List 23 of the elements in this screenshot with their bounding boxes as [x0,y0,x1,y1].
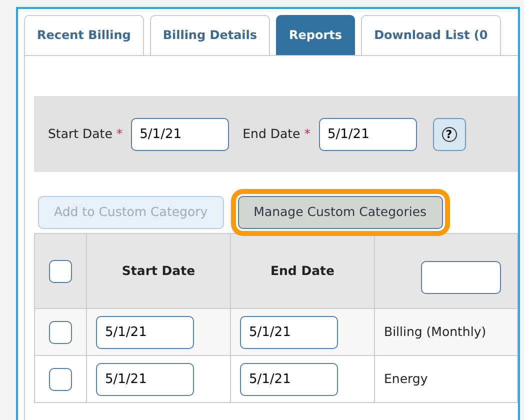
date-field[interactable]: 5/1/21 [96,316,194,348]
row-checkbox[interactable] [49,320,72,344]
date-field[interactable]: 5/1/21 [96,362,194,396]
field-label: Start Date [48,124,112,143]
required-mark: * [304,124,310,143]
required-mark: * [116,124,123,143]
tab[interactable]: Billing Details [150,15,270,55]
tab[interactable]: Reports [276,15,356,55]
date-field[interactable]: 5/1/21 [240,316,338,348]
row-checkbox[interactable] [49,368,72,390]
category-text: Energy [384,370,428,386]
select-all-checkbox[interactable] [49,260,72,282]
tab[interactable]: Download List (0 [361,15,501,55]
column-header: Start Date [122,262,196,278]
help-button[interactable]: ? [432,118,466,150]
field-label: End Date [242,124,300,143]
date-field[interactable]: 5/1/21 [240,362,338,396]
column-filter-field[interactable] [421,260,501,294]
category-text: Billing (Monthly) [384,324,486,339]
tab[interactable]: Recent Billing [24,15,144,55]
date-field[interactable]: 5/1/21 [130,118,229,150]
column-header: End Date [270,262,334,278]
date-field[interactable]: 5/1/21 [318,118,416,150]
